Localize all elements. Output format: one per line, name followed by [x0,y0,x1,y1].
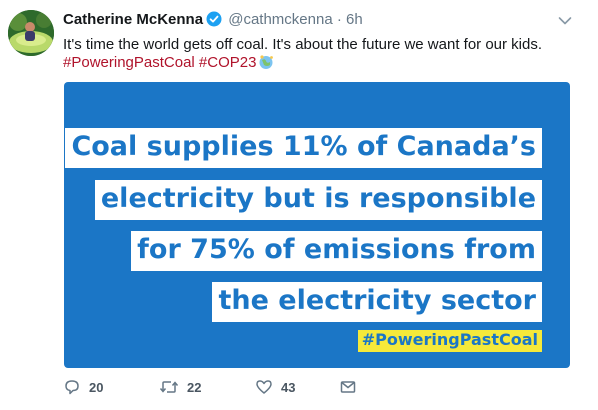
card-text-line: for 75% of emissions from [131,231,542,271]
reply-count: 20 [89,379,104,395]
like-count: 43 [281,379,296,395]
envelope-icon [339,378,357,396]
reply-icon [63,378,81,396]
card-text-line: electricity but is responsible [94,180,542,220]
author-name[interactable]: Catherine McKenna [63,11,203,28]
like-button[interactable]: 43 [255,378,339,396]
card-hashtag: #PoweringPastCoal [357,330,542,352]
card-text-line: Coal supplies 11% of Canada’s [65,128,542,168]
direct-message-button[interactable] [339,378,357,396]
tweet-hashtags: #PoweringPastCoal #COP23 [63,54,578,75]
author-handle[interactable]: @cathmckenna [228,11,332,28]
tweet-media-image[interactable]: Coal supplies 11% of Canada’s electricit… [64,82,570,368]
hashtag-link[interactable]: #COP23 [199,54,257,71]
tweet-text: It's time the world gets off coal. It's … [63,36,578,75]
card-text-line: the electricity sector [212,282,542,322]
retweet-count: 22 [187,379,202,395]
meta-separator: · [336,11,342,28]
retweet-button[interactable]: 22 [159,378,255,396]
heart-icon [255,378,273,396]
verified-badge-icon [206,11,222,32]
reply-button[interactable]: 20 [63,378,159,396]
globe-emoji-icon [257,54,275,75]
tweet-body: It's time the world gets off coal. It's … [63,36,543,53]
tweet-header: Catherine McKenna @cathmckenna · 6h [63,11,558,32]
hashtag-link[interactable]: #PoweringPastCoal [63,54,195,71]
tweet-timestamp[interactable]: 6h [346,11,363,28]
tweet-actions: 20 22 43 [63,376,357,398]
retweet-icon [159,378,179,396]
chevron-down-icon[interactable] [558,13,572,31]
avatar[interactable] [8,10,54,56]
